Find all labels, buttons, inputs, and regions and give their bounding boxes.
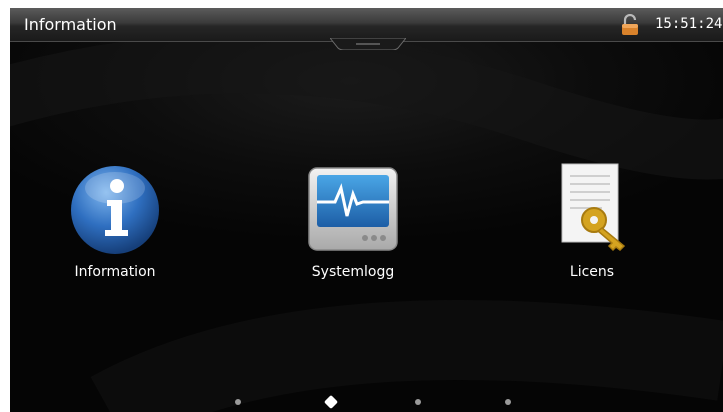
tile-label: Licens: [569, 264, 615, 280]
info-icon: [71, 166, 159, 254]
clock: 15:51:24: [655, 16, 723, 32]
page-indicator: [10, 394, 723, 410]
tile-information[interactable]: Information: [45, 158, 185, 298]
license-key-icon: [561, 163, 626, 252]
page-dot[interactable]: [235, 399, 241, 405]
status-bar: Information 15:51:24: [10, 8, 723, 42]
tile-licens[interactable]: Licens: [522, 158, 662, 298]
pull-down-handle[interactable]: [330, 38, 406, 50]
monitor-heartbeat-icon: [308, 167, 398, 251]
page-dot[interactable]: [415, 399, 421, 405]
lock-icon[interactable]: [620, 14, 640, 36]
page-dot-active[interactable]: [323, 394, 339, 410]
page-title: Information: [24, 15, 117, 34]
tile-label: Information: [74, 264, 156, 280]
tile-systemlogg[interactable]: Systemlogg: [283, 158, 423, 298]
tile-label: Systemlogg: [311, 264, 395, 280]
page-dot[interactable]: [505, 399, 511, 405]
app-screen: Information 15:51:24 Information Systeml…: [10, 8, 723, 412]
